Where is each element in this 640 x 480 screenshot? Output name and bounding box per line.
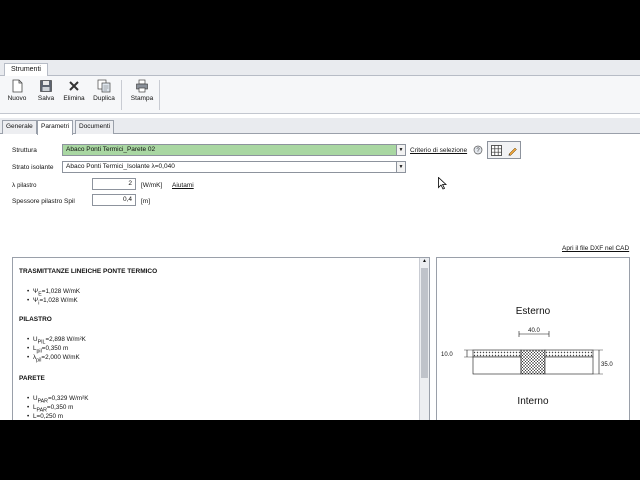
new-document-icon [12,79,23,93]
interno-label: Interno [517,396,549,407]
duplicate-icon [97,79,111,93]
psi-i-item: Ψi=1,028 W/mK [27,297,78,306]
duplica-button[interactable]: Duplica [91,79,117,111]
wall-layer-left [472,356,522,375]
l-par-item: LPAR=0,350 m [27,404,73,413]
nuovo-button[interactable]: Nuovo [4,79,30,111]
strato-isolante-value: Abaco Ponti Termici_Isolante λ=0,040 [66,163,175,170]
lambda-subscript: pilastro [17,183,37,189]
application-window: Strumenti Nuovo Salva Elimina Duplica St… [0,60,640,420]
help-icon[interactable]: ? [473,145,483,155]
scrollbar-thumb[interactable] [421,268,428,378]
report-title: TRASMITTANZE LINEICHE PONTE TERMICO [19,268,158,275]
u-pil-item: UPIL=2,898 W/m²K [27,336,86,345]
lambda-pilastro-label: λ pilastro [12,182,36,189]
ribbon-separator [159,80,160,110]
chevron-down-icon[interactable]: ▼ [396,162,405,172]
l-item: L=0,250 m [27,413,63,420]
section-tabs: Generale Parametri Documenti [0,118,640,135]
report-scrollbar[interactable]: ▲ [419,258,429,420]
elimina-label: Elimina [63,95,85,102]
diagram-panel: Esterno 40.0 10.0 35.0 Interno [436,257,630,420]
apri-dxf-link[interactable]: Apri il file DXF nel CAD [562,245,629,252]
l-pil-item: Lpil=0,350 m [27,345,68,354]
tab-parametri[interactable]: Parametri [37,120,74,135]
psi-e-item: ΨE=1,028 W/mK [27,288,80,297]
ribbon-tab-strumenti[interactable]: Strumenti [4,63,48,77]
parametri-form: Struttura Abaco Ponti Termici_Parete 02 … [0,135,640,420]
pillar-section [520,349,546,375]
ribbon-tab-strip: Strumenti [0,60,640,77]
esterno-label: Esterno [516,306,551,317]
lambda-pil-item: λpil=2,000 W/mK [27,354,80,363]
nuovo-label: Nuovo [7,95,27,102]
ribbon-separator [121,80,122,110]
struttura-value: Abaco Ponti Termici_Parete 02 [66,146,156,153]
chevron-down-icon[interactable]: ▼ [396,145,405,155]
strato-isolante-select[interactable]: Abaco Ponti Termici_Isolante λ=0,040 ▼ [62,161,406,173]
structure-edit-button[interactable] [487,141,521,159]
dim-top-label: 40.0 [528,328,540,334]
duplica-label: Duplica [93,95,115,102]
printer-icon [136,79,148,93]
lambda-unit: [W/mK] [141,182,163,189]
parete-heading: PARETE [19,375,45,382]
lambda-symbol: λ [12,182,16,189]
pencil-icon [508,147,517,156]
criterio-selezione-link[interactable]: Criterio di selezione [410,147,467,154]
spessore-pilastro-input[interactable]: 0,4 [92,194,136,206]
stampa-button[interactable]: Stampa [127,79,157,111]
lambda-pilastro-input[interactable]: 2 [92,178,136,190]
elimina-button[interactable]: Elimina [61,79,87,111]
grid-table-icon [491,145,502,156]
struttura-select[interactable]: Abaco Ponti Termici_Parete 02 ▼ [62,144,406,156]
wall-layer-right [544,356,594,375]
stampa-label: Stampa [130,95,154,102]
save-disk-icon [40,80,52,92]
spessore-unit: [m] [141,198,151,205]
mouse-cursor-icon [438,177,447,190]
salva-button[interactable]: Salva [33,79,59,111]
report-panel[interactable]: TRASMITTANZE LINEICHE PONTE TERMICO ΨE=1… [12,257,430,420]
u-par-item: UPAR=0,329 W/m²K [27,395,88,404]
tab-generale[interactable]: Generale [2,120,37,134]
delete-x-icon [69,81,79,91]
insulation-layer-left [472,349,522,358]
struttura-label: Struttura [12,147,37,154]
thermal-bridge-diagram: Esterno 40.0 10.0 35.0 Interno [441,306,613,407]
salva-label: Salva [37,95,55,102]
dim-left-label: 10.0 [441,352,453,358]
ribbon-toolbar: Nuovo Salva Elimina Duplica Stampa [0,76,640,114]
aiutami-link[interactable]: Aiutami [172,182,194,189]
scroll-up-icon[interactable]: ▲ [420,258,429,267]
spessore-pilastro-label: Spessore pilastro Spil [12,198,75,205]
pilastro-heading: PILASTRO [19,316,52,323]
tab-documenti[interactable]: Documenti [75,120,115,134]
strato-isolante-label: Strato isolante [12,164,54,171]
insulation-layer-right [544,349,594,358]
dim-right-label: 35.0 [601,362,613,368]
